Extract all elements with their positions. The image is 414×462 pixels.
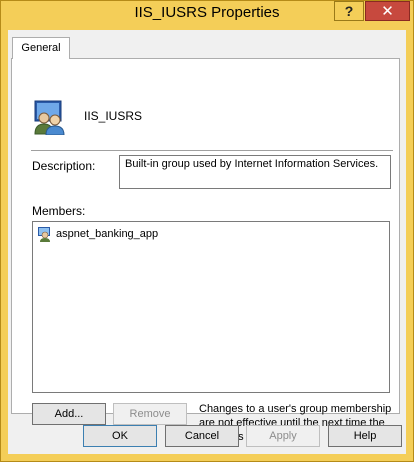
window-frame-bottom [0,454,414,462]
help-titlebar-button[interactable]: ? [334,1,364,21]
description-field[interactable]: Built-in group used by Internet Informat… [119,155,391,189]
window-frame-right [406,0,414,462]
close-icon: ✕ [381,3,394,20]
user-icon [38,227,50,242]
window-frame-left [0,0,8,462]
description-label: Description: [32,159,96,173]
list-item[interactable]: aspnet_banking_app [37,226,158,242]
dialog-client: General IIS_IUSRS Description: Built-in … [8,30,406,454]
group-name: IIS_IUSRS [84,109,143,123]
members-label: Members: [32,204,86,218]
close-button[interactable]: ✕ [365,1,410,21]
cancel-button[interactable]: Cancel [165,425,239,447]
separator [31,150,393,151]
users-group-icon [34,100,65,135]
members-list[interactable]: aspnet_banking_app [32,221,390,393]
general-tab-panel: IIS_IUSRS Description: Built-in group us… [11,58,400,443]
properties-dialog: IIS_IUSRS Properties ? ✕ General IIS_IUS… [0,0,414,462]
remove-button[interactable]: Remove [113,403,187,425]
help-button[interactable]: Help [328,425,402,447]
question-icon: ? [344,3,354,19]
apply-button[interactable]: Apply [246,425,320,447]
add-button[interactable]: Add... [32,403,106,425]
tab-general[interactable]: General [12,37,70,59]
ok-button[interactable]: OK [83,425,157,447]
member-name: aspnet_banking_app [56,228,159,240]
